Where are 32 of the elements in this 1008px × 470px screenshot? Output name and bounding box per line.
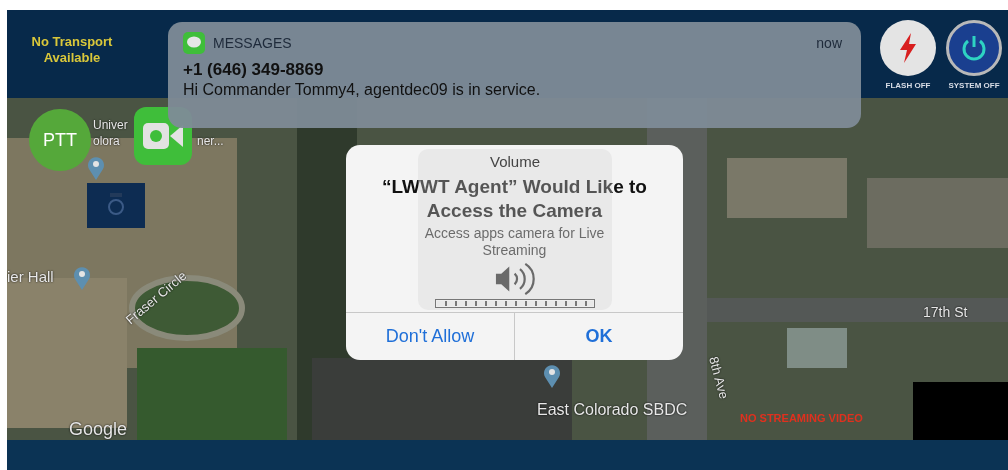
map-pin-icon: [87, 156, 105, 180]
map-label: 17th St: [923, 303, 968, 322]
video-camera-icon: [143, 123, 183, 149]
lightning-icon: [898, 33, 918, 63]
switch-camera-button[interactable]: [87, 183, 145, 228]
volume-title: Volume: [489, 153, 540, 171]
transport-status: No Transport Available: [30, 34, 114, 66]
map-pin-icon: [73, 266, 91, 290]
map-pin-icon: [543, 364, 561, 388]
notification-message: Hi Commander Tommy4, agentdec09 is in service.: [183, 80, 542, 100]
notification-sender: +1 (646) 349-8869: [183, 60, 325, 80]
map-label: olora: [93, 133, 120, 150]
messages-app-icon: [183, 32, 205, 54]
button-caption: FLASH OFF: [884, 80, 932, 92]
speaker-icon: [494, 263, 536, 295]
dialog-button[interactable]: Don't Allow: [346, 313, 514, 360]
map-label: East Colorado SBDC: [537, 400, 688, 420]
button-caption: SYSTEM OFF: [947, 80, 1001, 92]
street-label: 8th Ave: [705, 354, 733, 402]
flash-button[interactable]: [880, 20, 936, 76]
dialog-button[interactable]: OK: [514, 313, 683, 360]
notification-time: now: [816, 33, 842, 53]
google-attribution: Google: [69, 418, 128, 441]
notification-app-name: MESSAGES: [213, 33, 292, 53]
video-status: NO STREAMING VIDEO: [740, 411, 863, 426]
dialog-message: Access apps camera for Live Streaming: [423, 225, 606, 259]
message-notification[interactable]: MESSAGES now +1 (646) 349-8869 Hi Commander Tommy4, agentdec09 is in service.: [168, 22, 861, 128]
dialog-title: “LWWT Agent” Would Like to Access the Camera: [381, 175, 648, 223]
map-label: ner...: [197, 133, 224, 150]
power-button[interactable]: [946, 20, 1002, 76]
map-label: Univer: [93, 117, 128, 134]
map-label: ier Hall: [7, 267, 54, 287]
